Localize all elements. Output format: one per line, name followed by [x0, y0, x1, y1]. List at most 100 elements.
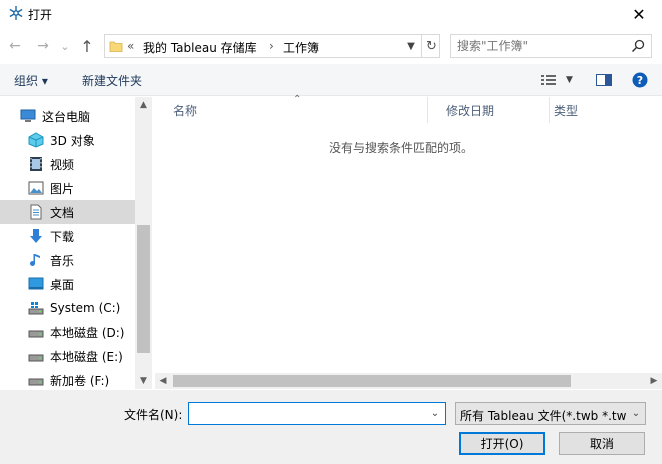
view-options-button[interactable]: ▼ [540, 70, 573, 90]
breadcrumb-parent[interactable]: 我的 Tableau 存储库 [143, 39, 257, 56]
download-icon [30, 229, 42, 243]
scrollbar-thumb[interactable] [137, 225, 150, 353]
up-button[interactable]: ↑ [78, 36, 96, 56]
desktop-icon [28, 277, 44, 290]
sidebar-item-desktop[interactable]: 桌面 [0, 272, 135, 296]
sidebar-item-label: 本地磁盘 (E:) [50, 349, 123, 364]
filename-dropdown-button[interactable]: ⌄ [425, 403, 445, 424]
sidebar-item-label: 音乐 [50, 253, 75, 268]
chevron-up-icon[interactable]: ▲ [140, 100, 147, 110]
filename-input[interactable] [191, 405, 421, 422]
drive-icon [28, 354, 44, 362]
cancel-button[interactable]: 取消 [559, 432, 645, 455]
filter-dropdown-button[interactable]: ⌄ [627, 403, 645, 424]
window-title: 打开 [28, 8, 53, 22]
chevron-left-icon[interactable]: ◀ [160, 376, 167, 386]
forward-button[interactable]: → [34, 36, 52, 56]
breadcrumb-overflow[interactable]: « [127, 39, 134, 53]
open-button-label: 打开(O) [480, 437, 524, 451]
navigation-bar: ← → ⌄ ↑ « 我的 Tableau 存储库 › 工作簿 ▼ ↻ [0, 30, 662, 62]
view-details-icon[interactable] [540, 73, 558, 87]
column-header-label: 名称 [173, 103, 198, 118]
sidebar-item-system-c[interactable]: System (C:) [0, 296, 135, 320]
svg-text:?: ? [637, 74, 643, 87]
sidebar-item-3d-objects[interactable]: 3D 对象 [0, 128, 135, 152]
forward-arrow-icon[interactable]: → [37, 38, 49, 54]
chevron-down-icon[interactable]: ⌄ [60, 40, 69, 53]
drive-icon [28, 378, 44, 386]
cancel-button-label: 取消 [589, 437, 614, 451]
help-button[interactable]: ? [632, 70, 648, 90]
column-header-label: 类型 [554, 103, 579, 118]
file-type-filter[interactable]: 所有 Tableau 文件(*.twb *.twbx ⌄ [455, 402, 646, 425]
recent-locations-button[interactable]: ⌄ [58, 36, 72, 56]
chevron-down-icon[interactable]: ▼ [407, 41, 415, 52]
sidebar-item-label: 文档 [50, 205, 75, 220]
sidebar-item-documents[interactable]: 文档 [0, 200, 135, 224]
search-icon[interactable] [631, 39, 645, 53]
preview-pane-button[interactable] [596, 70, 612, 90]
scroll-down-button[interactable]: ▼ [135, 373, 152, 389]
sidebar-item-label: 3D 对象 [50, 133, 95, 148]
file-type-filter-value: 所有 Tableau 文件(*.twb *.twbx [460, 409, 628, 423]
file-list[interactable]: ⌃ 名称 修改日期 类型 没有与搜索条件匹配的项。 ◀ ▶ [155, 94, 662, 389]
sidebar-item-downloads[interactable]: 下载 [0, 224, 135, 248]
close-icon[interactable]: ✕ [632, 5, 645, 24]
back-arrow-icon[interactable]: ← [9, 38, 21, 54]
computer-icon [20, 109, 36, 122]
preview-pane-icon[interactable] [596, 73, 612, 87]
up-arrow-icon[interactable]: ↑ [80, 37, 93, 56]
sidebar-item-label: 下载 [50, 229, 75, 244]
horizontal-scrollbar[interactable]: ◀ ▶ [155, 373, 662, 389]
scroll-right-button[interactable]: ▶ [646, 373, 662, 389]
sidebar-item-drive-f[interactable]: 新加卷 (F:) [0, 368, 135, 392]
snowflake-gear-icon [9, 6, 23, 20]
breadcrumb-current[interactable]: 工作簿 [283, 39, 319, 56]
sidebar-scrollbar[interactable]: ▲ ▼ [135, 97, 152, 389]
sidebar-item-drive-e[interactable]: 本地磁盘 (E:) [0, 344, 135, 368]
open-button[interactable]: 打开(O) [459, 432, 545, 455]
refresh-icon[interactable]: ↻ [426, 39, 437, 54]
new-folder-button[interactable]: 新建文件夹 [82, 72, 142, 89]
sidebar-item-label: System (C:) [50, 301, 121, 315]
column-header-name[interactable]: 名称 [155, 97, 427, 123]
organize-button[interactable]: 组织 ▾ [14, 72, 48, 89]
address-bar[interactable]: « 我的 Tableau 存储库 › 工作簿 ▼ ↻ [104, 34, 440, 58]
pictures-icon [28, 181, 44, 195]
scrollbar-thumb[interactable] [173, 375, 571, 387]
help-icon[interactable]: ? [632, 72, 648, 88]
sidebar-item-drive-d[interactable]: 本地磁盘 (D:) [0, 320, 135, 344]
system-drive-icon [28, 302, 44, 315]
back-button[interactable]: ← [6, 36, 24, 56]
refresh-button[interactable]: ↻ [421, 35, 441, 57]
address-dropdown-button[interactable]: ▼ [401, 35, 421, 57]
search-box[interactable] [450, 34, 652, 58]
chevron-down-icon[interactable]: ⌄ [632, 408, 640, 419]
column-header-type[interactable]: 类型 [549, 97, 662, 123]
scroll-left-button[interactable]: ◀ [155, 373, 171, 389]
empty-message: 没有与搜索条件匹配的项。 [328, 141, 473, 155]
sidebar-item-pictures[interactable]: 图片 [0, 176, 135, 200]
chevron-down-icon[interactable]: ▼ [140, 376, 147, 386]
scroll-up-button[interactable]: ▲ [135, 97, 152, 113]
sidebar-item-videos[interactable]: 视频 [0, 152, 135, 176]
sidebar-item-label: 视频 [50, 157, 75, 172]
column-header-modified[interactable]: 修改日期 [427, 97, 549, 123]
title-bar: 打开 ✕ [0, 0, 662, 28]
chevron-right-icon[interactable]: ▶ [651, 376, 658, 386]
chevron-down-icon[interactable]: ▼ [566, 75, 573, 85]
sidebar-item-label: 新加卷 (F:) [50, 373, 110, 388]
chevron-down-icon[interactable]: ⌄ [431, 408, 439, 419]
close-button[interactable]: ✕ [616, 0, 662, 28]
drive-icon [28, 330, 44, 338]
sidebar-item-this-pc[interactable]: 这台电脑 [0, 104, 135, 128]
command-toolbar: 组织 ▾ 新建文件夹 ▼ ? [0, 64, 662, 96]
breadcrumb-separator[interactable]: › [269, 39, 274, 53]
documents-icon [30, 204, 42, 220]
filename-label: 文件名(N): [124, 408, 183, 422]
filename-combobox[interactable]: ⌄ [188, 402, 446, 425]
sidebar-item-music[interactable]: 音乐 [0, 248, 135, 272]
sidebar-item-label: 图片 [50, 181, 75, 196]
search-input[interactable] [457, 38, 627, 54]
music-icon [30, 254, 40, 266]
